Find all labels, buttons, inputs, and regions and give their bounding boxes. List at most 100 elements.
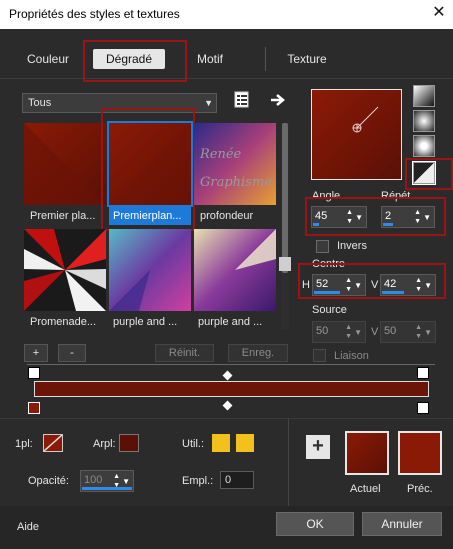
sunburst-style-button[interactable] xyxy=(412,161,436,185)
centre-v-value: 42 xyxy=(384,278,397,290)
source-h-value: 50 xyxy=(316,325,329,337)
fg-label: 1pl: xyxy=(15,438,33,450)
bg-label: Arpl: xyxy=(93,438,116,450)
spin-down-icon[interactable]: ▼ xyxy=(346,218,353,225)
spin-up-icon[interactable]: ▲ xyxy=(346,209,353,216)
centre-h-level-bar xyxy=(314,291,340,294)
category-value: Tous xyxy=(28,97,52,109)
spin-up-icon[interactable]: ▲ xyxy=(345,277,352,284)
invert-checkbox[interactable] xyxy=(316,240,329,253)
linear-style-button[interactable] xyxy=(413,85,435,107)
spin-down-icon[interactable]: ▼ xyxy=(415,286,422,293)
util-label: Util.: xyxy=(182,438,204,450)
chevron-down-icon[interactable]: ▼ xyxy=(424,281,432,290)
opacity-level-bar xyxy=(82,487,132,490)
spin-up-icon: ▲ xyxy=(415,324,422,331)
chevron-down-icon: ▼ xyxy=(204,98,213,108)
spin-up-icon[interactable]: ▲ xyxy=(414,209,421,216)
opacity-label: Opacité: xyxy=(28,475,69,487)
midpoint-diamond-top[interactable] xyxy=(222,370,233,381)
gradient-preview[interactable] xyxy=(311,89,402,180)
stop-bg-left-icon[interactable] xyxy=(28,402,40,414)
stop-fg-left-icon[interactable] xyxy=(28,367,40,379)
gradient-thumb-premierplan-selected[interactable] xyxy=(107,121,193,207)
current-swatch[interactable] xyxy=(345,431,389,475)
angle-value: 45 xyxy=(315,210,328,222)
spin-up-icon[interactable]: ▲ xyxy=(415,277,422,284)
stop-bg-right-icon[interactable] xyxy=(417,402,429,414)
gradient-bar[interactable] xyxy=(34,381,429,397)
watermark-line1: Renée xyxy=(200,147,242,162)
util-swatch-1[interactable] xyxy=(212,434,230,452)
repeat-label: Répét. xyxy=(381,190,414,202)
repeat-level-bar xyxy=(383,223,393,226)
chevron-down-icon[interactable]: ▼ xyxy=(423,213,431,222)
help-link[interactable]: Aide xyxy=(17,521,39,533)
spin-down-icon: ▼ xyxy=(345,333,352,340)
link-label: Liaison xyxy=(334,350,369,362)
radial-style-button[interactable] xyxy=(413,135,435,157)
rectangular-style-button[interactable] xyxy=(413,110,435,132)
gradient-thumb-promenade[interactable] xyxy=(24,229,106,311)
remove-gradient-button[interactable]: - xyxy=(58,344,86,362)
current-label: Actuel xyxy=(350,483,381,495)
gradient-thumb-premier-plan[interactable] xyxy=(24,123,106,205)
chevron-down-icon[interactable]: ▼ xyxy=(354,281,362,290)
category-select[interactable]: Tous ▼ xyxy=(22,93,217,113)
gradient-thumb-purple-and-1[interactable] xyxy=(109,229,191,311)
spin-down-icon[interactable]: ▼ xyxy=(414,218,421,225)
stop-fg-right-icon[interactable] xyxy=(417,367,429,379)
repeat-value: 2 xyxy=(385,210,392,222)
tab-texture[interactable]: Texture xyxy=(273,49,341,69)
midpoint-diamond-bottom[interactable] xyxy=(222,400,233,411)
gradient-list-icon[interactable] xyxy=(234,91,250,109)
link-checkbox xyxy=(313,349,326,362)
add-swatch-button[interactable]: + xyxy=(306,435,330,459)
tab-couleur[interactable]: Couleur xyxy=(17,49,79,69)
scrollbar-grip[interactable] xyxy=(279,257,291,271)
centre-v-spinner[interactable]: 42 ▲ ▼ ▼ xyxy=(380,274,436,296)
spin-down-icon[interactable]: ▼ xyxy=(345,286,352,293)
tab-separator xyxy=(265,47,266,71)
source-label: Source xyxy=(312,304,347,316)
source-v-spinner: 50 ▲ ▼ ▼ xyxy=(380,321,436,343)
centre-v-level-bar xyxy=(382,291,404,294)
tab-divider xyxy=(0,78,453,79)
reset-button[interactable]: Réinit. xyxy=(155,344,214,362)
tab-motif[interactable]: Motif xyxy=(190,49,230,69)
fg-color-swatch[interactable] xyxy=(43,434,63,452)
save-gradient-button[interactable]: Enreg. xyxy=(228,344,288,362)
close-icon[interactable]: ✕ xyxy=(428,2,450,24)
arrow-right-icon[interactable] xyxy=(270,93,286,107)
add-gradient-button[interactable]: + xyxy=(24,344,48,362)
chevron-down-icon[interactable]: ▼ xyxy=(355,213,363,222)
angle-spinner[interactable]: 45 ▲ ▼ ▼ xyxy=(311,206,367,228)
previous-swatch[interactable] xyxy=(398,431,442,475)
dialog-body: Couleur Dégradé Motif Texture Tous ▼ Pre… xyxy=(0,29,453,549)
vertical-divider xyxy=(288,419,289,506)
empl-input[interactable]: 0 xyxy=(220,471,254,489)
source-v-value: 50 xyxy=(384,325,397,337)
cancel-button[interactable]: Annuler xyxy=(362,512,442,536)
gradient-label-selected: Premierplan... xyxy=(109,207,191,225)
spin-up-icon: ▲ xyxy=(345,324,352,331)
util-swatch-2[interactable] xyxy=(236,434,254,452)
ok-button[interactable]: OK xyxy=(276,512,354,536)
gradient-thumb-profondeur[interactable] xyxy=(194,123,276,205)
centre-h-value: 52 xyxy=(316,278,329,290)
tab-degrade[interactable]: Dégradé xyxy=(93,49,165,69)
spin-up-icon[interactable]: ▲ xyxy=(113,473,120,480)
gradient-label: Promenade... xyxy=(30,316,97,328)
centre-h-label: H xyxy=(302,279,310,291)
repeat-spinner[interactable]: 2 ▲ ▼ ▼ xyxy=(381,206,435,228)
scrollbar-thumb[interactable] xyxy=(282,123,288,273)
bg-color-swatch[interactable] xyxy=(119,434,139,452)
chevron-down-icon[interactable]: ▼ xyxy=(122,477,130,486)
source-h-spinner: 50 ▲ ▼ ▼ xyxy=(312,321,366,343)
opacity-spinner[interactable]: 100 ▲ ▼ ▼ xyxy=(80,470,134,492)
spin-down-icon: ▼ xyxy=(415,333,422,340)
previous-label: Préc. xyxy=(407,483,433,495)
gradient-thumb-purple-and-2[interactable] xyxy=(194,229,276,311)
tab-separator xyxy=(84,47,85,71)
centre-h-spinner[interactable]: 52 ▲ ▼ ▼ xyxy=(312,274,366,296)
